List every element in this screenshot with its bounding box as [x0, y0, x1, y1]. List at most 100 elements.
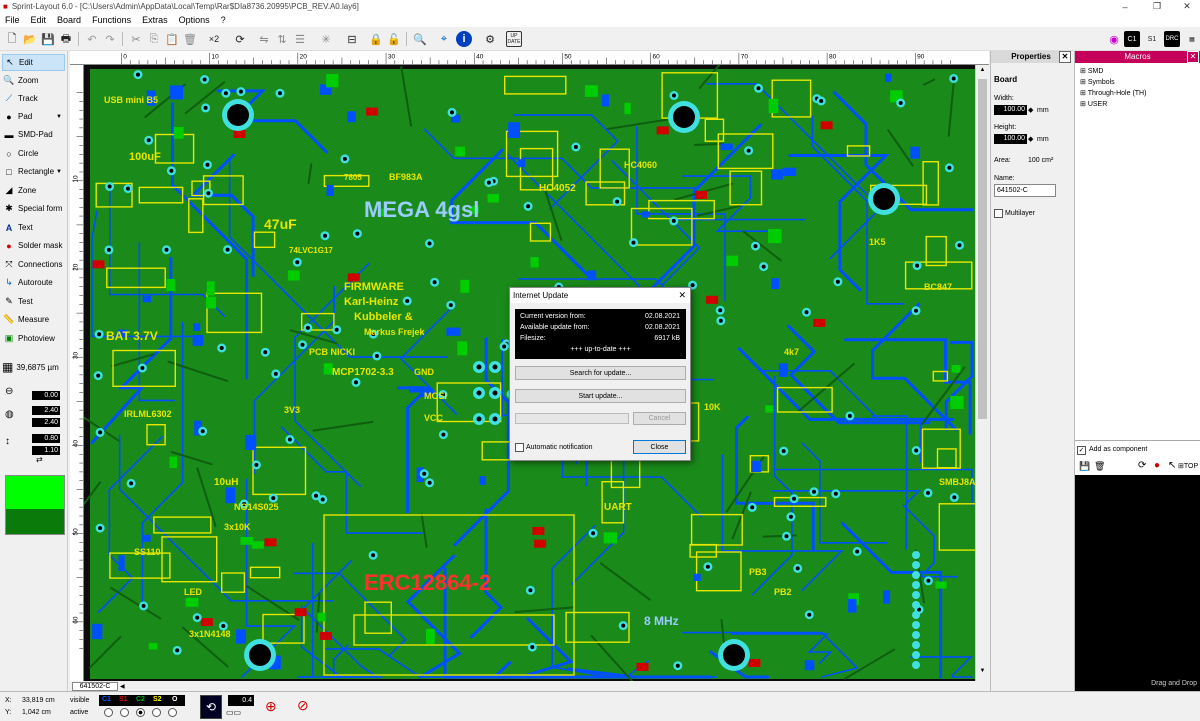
tool-test[interactable]: ✎ Test — [2, 293, 65, 310]
layer-s1-toggle[interactable]: S1 — [119, 696, 128, 703]
pad-outer-input[interactable]: 2.40 — [32, 406, 60, 415]
tree-item-symbols[interactable]: ⊞ Symbols — [1080, 78, 1115, 86]
color-icon[interactable]: ◉ — [1106, 31, 1122, 47]
paste-icon[interactable]: 📋 — [164, 31, 180, 47]
target-icon[interactable]: ⊕ — [265, 698, 277, 715]
save-icon[interactable]: 💾 — [40, 31, 56, 47]
menu-board[interactable]: Board — [57, 15, 81, 25]
transparency-icon[interactable]: ⟲ — [200, 695, 222, 719]
vertical-scroll-thumb[interactable] — [978, 79, 987, 419]
tool-track[interactable]: ⟋ Track — [2, 90, 65, 107]
track-width-input[interactable]: 0.00 — [32, 391, 60, 400]
tool-zoom[interactable]: 🔍 Zoom — [2, 72, 65, 89]
duplicate-button[interactable]: ×2 — [206, 31, 222, 47]
rotate-macro-icon[interactable]: ⟳ — [1138, 460, 1146, 471]
scale-input[interactable]: 0.4 — [228, 695, 254, 706]
search-icon[interactable]: 🔍 — [412, 31, 428, 47]
tool-circle[interactable]: ○ Circle — [2, 145, 65, 162]
start-update-button[interactable]: Start update... — [515, 389, 686, 403]
mirror-vertical-icon[interactable]: ⇅ — [274, 31, 290, 47]
automatic-notification-checkbox[interactable] — [515, 443, 524, 452]
menu-help[interactable]: ? — [221, 15, 226, 25]
tree-item-through-hole[interactable]: ⊞ Through-Hole (TH) — [1080, 89, 1146, 97]
menu-extras[interactable]: Extras — [142, 15, 168, 25]
layer-s-icon[interactable]: S1 — [1144, 31, 1160, 47]
board-name-input[interactable]: 641502-C — [994, 184, 1056, 197]
tool-special-form[interactable]: ✱ Special form — [2, 200, 65, 217]
undo-icon[interactable]: ↶ — [84, 31, 100, 47]
tree-item-user[interactable]: ⊞ USER — [1080, 100, 1107, 108]
tool-measure[interactable]: 📏 Measure — [2, 311, 65, 328]
minimize-button[interactable]: – — [1110, 0, 1140, 13]
radio-s1[interactable] — [120, 708, 129, 717]
dropdown-arrow-icon[interactable]: ▼ — [56, 114, 62, 120]
layer-c-icon[interactable]: C1 — [1124, 31, 1140, 47]
search-update-button[interactable]: Search for update... — [515, 366, 686, 380]
pad-inner-input[interactable]: 2.40 — [32, 418, 60, 427]
layer-s2-toggle[interactable]: S2 — [153, 696, 162, 703]
close-properties-icon[interactable]: ✕ — [1059, 51, 1071, 63]
board-tab[interactable]: 641502-C — [72, 682, 118, 691]
width-unit-spinner[interactable]: ◆ — [1028, 106, 1033, 114]
expand-icon[interactable]: ⊞ — [1080, 68, 1086, 75]
dropdown-arrow-icon[interactable]: ▼ — [56, 169, 62, 175]
menu-options[interactable]: Options — [179, 15, 210, 25]
info-icon[interactable]: i — [456, 31, 472, 47]
lock-icon[interactable]: 🔒 — [368, 31, 384, 47]
update-button[interactable]: UP DATE — [506, 31, 522, 47]
tool-text[interactable]: A Text — [2, 219, 65, 236]
group-icon[interactable]: ⊟ — [344, 31, 360, 47]
scale-slider-icon[interactable]: ▭▭ — [226, 708, 241, 717]
gear-icon[interactable]: ⚙ — [482, 31, 498, 47]
layer-top-button[interactable]: ⊞TOP — [1178, 462, 1198, 470]
save-macro-icon[interactable]: 💾 — [1079, 461, 1090, 472]
add-component-checkbox[interactable]: ✓ — [1077, 446, 1086, 455]
redo-icon[interactable]: ↷ — [102, 31, 118, 47]
menu-edit[interactable]: Edit — [31, 15, 47, 25]
scroll-down-icon[interactable]: ▼ — [977, 668, 988, 678]
new-file-icon[interactable]: 🗋 — [4, 31, 20, 47]
tool-edit[interactable]: ↖ Edit — [2, 54, 65, 71]
layer-c2-toggle[interactable]: C2 — [136, 696, 145, 703]
dialog-close-icon[interactable]: ✕ — [678, 288, 686, 303]
cancel-button[interactable]: Cancel — [633, 412, 686, 425]
tool-smd-pad[interactable]: ▬ SMD-Pad — [2, 126, 65, 143]
close-button[interactable]: Close — [633, 440, 686, 454]
tool-rectangle[interactable]: □ Rectangle ▼ — [2, 163, 65, 180]
layer-c1-toggle[interactable]: C1 — [102, 696, 111, 703]
tool-pad[interactable]: ● Pad ▼ — [2, 108, 65, 125]
delete-macro-icon[interactable]: 🗑 — [1094, 461, 1105, 472]
expand-icon[interactable]: ⊞ — [1080, 90, 1086, 97]
close-macros-icon[interactable]: ✕ — [1187, 51, 1199, 63]
delete-icon[interactable]: 🗑 — [182, 31, 198, 47]
align-icon[interactable]: ☰ — [292, 31, 308, 47]
crosshair-icon[interactable]: ⌖ — [436, 31, 452, 47]
export-icon[interactable]: ▦ — [1184, 31, 1200, 47]
drc-icon[interactable]: DRC — [1164, 31, 1180, 47]
layer-o-toggle[interactable]: O — [172, 696, 177, 703]
menu-functions[interactable]: Functions — [92, 15, 131, 25]
radio-s2[interactable] — [152, 708, 161, 717]
tool-photoview[interactable]: ▣ Photoview — [2, 330, 65, 347]
open-folder-icon[interactable]: 📂 — [22, 31, 38, 47]
menu-file[interactable]: File — [5, 15, 20, 25]
multilayer-checkbox[interactable] — [994, 209, 1003, 218]
radio-c2[interactable] — [136, 708, 145, 717]
radio-c1[interactable] — [104, 708, 113, 717]
tool-autoroute[interactable]: ↳ Autoroute — [2, 274, 65, 291]
radio-o[interactable] — [168, 708, 177, 717]
scroll-left-icon[interactable]: ◀ — [120, 683, 134, 690]
record-icon[interactable]: ● — [1154, 460, 1160, 471]
tool-solder-mask[interactable]: ● Solder mask — [2, 237, 65, 254]
scroll-up-icon[interactable]: ▲ — [977, 67, 988, 77]
height-unit-spinner[interactable]: ◆ — [1028, 135, 1033, 143]
grid-selector[interactable]: ▦ 39,6875 µm — [2, 358, 66, 376]
board-width-input[interactable]: 100.00 — [994, 105, 1027, 115]
expand-icon[interactable]: ⊞ — [1080, 101, 1086, 108]
smd-width-input[interactable]: 0.80 — [32, 434, 60, 443]
tool-zone[interactable]: ◢ Zone — [2, 182, 65, 199]
vertical-scrollbar[interactable]: ▲ ▼ — [975, 65, 989, 681]
copy-icon[interactable]: ⎘ — [146, 31, 162, 47]
rotate-icon[interactable]: ⟳ — [232, 31, 248, 47]
swap-icon[interactable]: ⇄ — [36, 455, 43, 464]
